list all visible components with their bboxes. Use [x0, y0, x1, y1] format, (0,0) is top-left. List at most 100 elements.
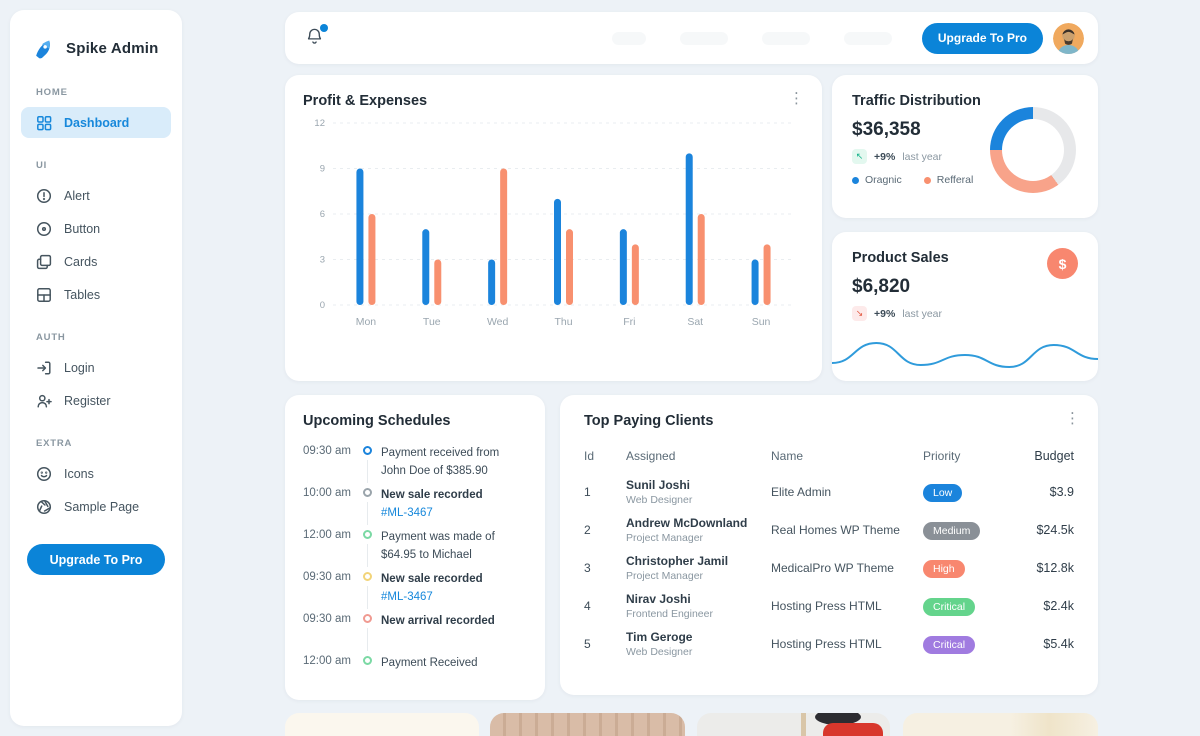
sidebar-item-cards[interactable]: Cards — [21, 246, 171, 277]
timeline-marker — [359, 443, 381, 485]
sidebar-item-icons[interactable]: Icons — [21, 458, 171, 489]
table-row[interactable]: 1Sunil JoshiWeb DesignerElite AdminLow$3… — [584, 473, 1074, 511]
sidebar-item-label: Login — [64, 361, 95, 375]
product-sales-title: Product Sales — [852, 250, 1078, 266]
priority-badge: Low — [923, 484, 962, 502]
sidebar-nav: HOMEDashboardUIAlertButtonCardsTablesAUT… — [10, 67, 182, 522]
button-icon — [35, 220, 52, 237]
sidebar-item-sample-page[interactable]: Sample Page — [21, 491, 171, 522]
product-sales-card: Product Sales $ $6,820 ↘ +9% last year — [832, 232, 1098, 381]
priority-badge: Medium — [923, 522, 980, 540]
schedule-text: New sale recorded#ML-3467 — [381, 485, 527, 527]
traffic-delta: +9% — [874, 151, 895, 163]
svg-text:12: 12 — [314, 118, 325, 129]
sidebar-item-login[interactable]: Login — [21, 352, 171, 383]
client-name: Tim Geroge — [626, 630, 771, 644]
client-id: 2 — [584, 523, 626, 537]
client-budget: $12.8k — [1017, 561, 1074, 575]
client-name: Nirav Joshi — [626, 592, 771, 606]
nav-placeholder[interactable] — [762, 32, 810, 45]
client-role: Web Designer — [626, 646, 771, 658]
profit-expenses-title: Profit & Expenses — [303, 93, 804, 109]
client-id: 1 — [584, 485, 626, 499]
schedule-item: 09:30 amPayment received from John Doe o… — [303, 443, 527, 485]
legend-dot — [852, 177, 859, 184]
table-row[interactable]: 3Christopher JamilProject ManagerMedical… — [584, 549, 1074, 587]
client-name: Christopher Jamil — [626, 554, 771, 568]
client-role: Project Manager — [626, 570, 771, 582]
table-row[interactable]: 4Nirav JoshiFrontend EngineerHosting Pre… — [584, 587, 1074, 625]
svg-text:Tue: Tue — [423, 316, 441, 328]
topbar-upgrade-button[interactable]: Upgrade To Pro — [922, 23, 1043, 54]
table-header-row: IdAssignedNamePriorityBudget — [584, 443, 1074, 473]
schedule-item: 12:00 amPayment Received — [303, 653, 527, 695]
sidebar-upgrade-button[interactable]: Upgrade To Pro — [27, 544, 165, 575]
top-paying-clients-menu-icon[interactable]: ⋮ — [1065, 411, 1080, 426]
notification-dot — [320, 24, 328, 32]
sidebar-item-dashboard[interactable]: Dashboard — [21, 107, 171, 138]
dashboard-icon — [35, 114, 52, 131]
priority-badge: High — [923, 560, 965, 578]
sidebar-item-label: Cards — [64, 255, 97, 269]
timeline-dot-icon — [363, 614, 372, 623]
schedule-item: 09:30 amNew arrival recorded — [303, 611, 527, 653]
schedule-item: 10:00 amNew sale recorded#ML-3467 — [303, 485, 527, 527]
traffic-delta-period: last year — [902, 151, 942, 163]
table-row[interactable]: 5Tim Geroge Web DesignerHosting Press HTM… — [584, 625, 1074, 663]
sidebar-item-label: Icons — [64, 467, 94, 481]
nav-placeholder[interactable] — [844, 32, 892, 45]
svg-text:0: 0 — [320, 300, 325, 311]
notifications-bell-icon[interactable] — [305, 26, 327, 50]
client-project: Hosting Press HTML — [771, 599, 923, 613]
legend-item: Oragnic — [852, 174, 902, 186]
blog-card-image[interactable] — [490, 713, 685, 736]
client-budget: $24.5k — [1017, 523, 1074, 537]
nav-placeholder[interactable] — [612, 32, 646, 45]
sidebar-item-button[interactable]: Button — [21, 213, 171, 244]
timeline-connector — [367, 460, 368, 483]
priority-badge: Critical — [923, 636, 975, 654]
client-budget: $3.9 — [1017, 485, 1074, 499]
brand-logo[interactable]: Spike Admin — [10, 28, 182, 67]
blog-card-image[interactable] — [903, 713, 1098, 736]
sidebar-item-alert[interactable]: Alert — [21, 180, 171, 211]
schedule-item: 12:00 amPayment was made of $64.95 to Mi… — [303, 527, 527, 569]
client-role: Web Designer — [626, 494, 771, 506]
client-project: Real Homes WP Theme — [771, 523, 923, 537]
client-project: MedicalPro WP Theme — [771, 561, 923, 575]
traffic-distribution-card: Traffic Distribution $36,358 ↖ +9% last … — [832, 75, 1098, 218]
sidebar-item-tables[interactable]: Tables — [21, 279, 171, 310]
user-avatar[interactable] — [1053, 23, 1084, 54]
legend-item: Refferal — [924, 174, 974, 186]
sidebar-item-label: Tables — [64, 288, 100, 302]
nav-section-label: UI — [10, 140, 182, 178]
sidebar-item-label: Register — [64, 394, 111, 408]
profit-expenses-menu-icon[interactable]: ⋮ — [789, 91, 804, 106]
blog-card-image[interactable] — [285, 713, 479, 736]
blog-card-image[interactable] — [697, 713, 890, 736]
schedule-link[interactable]: #ML-3467 — [381, 589, 527, 607]
svg-text:6: 6 — [320, 209, 325, 220]
schedule-time: 09:30 am — [303, 569, 359, 611]
top-paying-clients-card: Top Paying Clients ⋮ IdAssignedNamePrior… — [560, 395, 1098, 695]
timeline-connector — [367, 628, 368, 651]
register-icon — [35, 392, 52, 409]
table-header-budget: Budget — [1017, 449, 1074, 463]
table-row[interactable]: 2Andrew McDownlandProject ManagerReal Ho… — [584, 511, 1074, 549]
topbar-nav-placeholders — [612, 32, 892, 45]
client-role: Frontend Engineer — [626, 608, 771, 620]
schedule-text: Payment received from John Doe of $385.9… — [381, 443, 527, 485]
priority-badge: Critical — [923, 598, 975, 616]
sidebar-item-register[interactable]: Register — [21, 385, 171, 416]
client-budget: $2.4k — [1017, 599, 1074, 613]
timeline-marker — [359, 611, 381, 653]
schedule-link[interactable]: #ML-3467 — [381, 505, 527, 523]
client-project: Hosting Press HTML — [771, 637, 923, 651]
svg-text:3: 3 — [320, 255, 325, 266]
nav-placeholder[interactable] — [680, 32, 728, 45]
client-budget: $5.4k — [1017, 637, 1074, 651]
tables-icon — [35, 286, 52, 303]
client-id: 5 — [584, 637, 626, 651]
cards-icon — [35, 253, 52, 270]
timeline-connector — [367, 586, 368, 609]
